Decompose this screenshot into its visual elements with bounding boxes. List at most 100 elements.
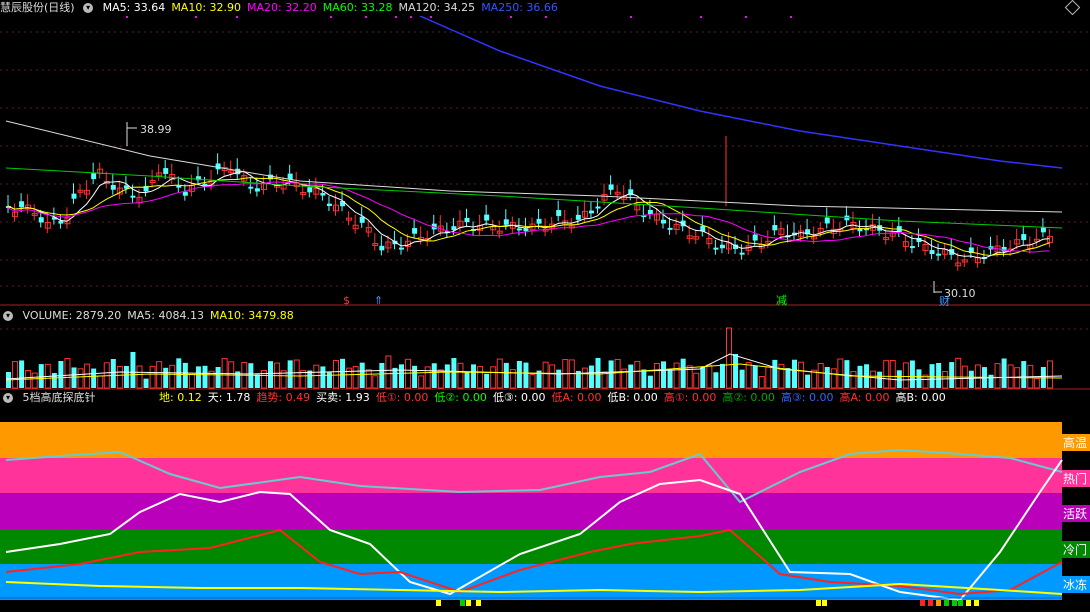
signal-block: [822, 600, 827, 606]
volume-bar: [471, 364, 477, 388]
price-chart[interactable]: 38.9930.10$ ⇑ 减财: [0, 16, 1090, 306]
collapse-icon[interactable]: ▾: [3, 311, 13, 321]
volume-bar: [601, 371, 608, 389]
volume-bar: [38, 364, 44, 388]
indicator-value-12: 高A: 0.00: [839, 391, 890, 404]
volume-bar: [399, 364, 404, 388]
top-marker: [395, 16, 397, 18]
volume-bar: [974, 364, 981, 389]
volume-bar: [307, 370, 313, 388]
volume-bar: [883, 360, 890, 389]
volume-bar: [824, 366, 830, 388]
top-marker: [365, 16, 367, 18]
volume-bar: [733, 354, 739, 388]
volume-bar: [1007, 364, 1014, 389]
volume-bar: [372, 375, 379, 389]
candle: [379, 245, 385, 251]
volume-bar: [516, 360, 522, 388]
marker-up: ⇑: [374, 294, 383, 306]
volume-bar: [136, 365, 143, 389]
top-marker: [790, 16, 792, 18]
candle: [739, 252, 745, 255]
volume-bar: [850, 370, 857, 389]
candle: [19, 201, 25, 208]
window-control-icon[interactable]: [1064, 0, 1081, 16]
volume-bar: [700, 366, 706, 388]
volume-bar: [523, 362, 529, 388]
indicator-value-3: 买卖: 1.93: [316, 391, 370, 404]
ma-value-3: MA60: 33.28: [322, 1, 393, 14]
volume-bar: [765, 366, 772, 389]
volume-bar: [490, 366, 497, 389]
volume-bar: [405, 358, 412, 389]
signal-block: [920, 600, 925, 606]
candle: [647, 209, 653, 215]
collapse-icon[interactable]: ▾: [83, 3, 94, 13]
volume-bar: [424, 366, 431, 389]
volume-bar: [451, 358, 457, 388]
volume-chart[interactable]: [0, 324, 1090, 390]
main-chart-header: 慧辰股份(日线) ▾ MA5: 33.64 MA10: 32.90 MA20: 32…: [0, 0, 570, 16]
volume-bar: [58, 361, 64, 388]
ma60-line: [5, 167, 1063, 229]
top-marker: [410, 16, 412, 18]
candle: [58, 221, 64, 224]
collapse-icon[interactable]: ▾: [3, 393, 13, 403]
volume-bar: [287, 360, 293, 388]
volume-bar: [195, 366, 201, 388]
volume-bar: [182, 362, 188, 388]
volume-bar: [431, 363, 437, 388]
candle: [936, 253, 942, 256]
candle: [326, 203, 332, 206]
volume-bar: [31, 372, 38, 389]
indicator-value-2: 趋势: 0.49: [256, 391, 311, 404]
candle: [719, 244, 725, 249]
volume-bar: [556, 369, 562, 388]
volume-bar: [202, 365, 208, 388]
volume-bar: [726, 327, 732, 389]
volume-bar: [706, 364, 713, 389]
candle: [608, 184, 614, 190]
signal-block: [944, 600, 949, 606]
volume-bar: [661, 361, 666, 388]
volume-bar: [352, 366, 359, 389]
volume-bar: [156, 361, 163, 389]
volume-bar: [896, 370, 902, 388]
volume-bar: [110, 359, 116, 388]
candle: [464, 217, 470, 223]
indicator-value-7: 低A: 0.00: [551, 391, 602, 404]
candle: [556, 210, 562, 217]
volume-bar: [719, 363, 725, 388]
volume-bar: [634, 360, 641, 389]
indicator-cyan-line: [5, 448, 1063, 504]
candle: [202, 183, 208, 186]
indicator-white-line: [5, 459, 1063, 602]
volume-bar: [653, 362, 660, 389]
indicator-chart[interactable]: [0, 422, 1090, 612]
top-marker: [126, 16, 128, 18]
volume-bar: [379, 362, 385, 388]
volume-bar: [268, 361, 273, 388]
volume-bar: [340, 358, 346, 388]
candle: [451, 226, 457, 230]
volume-bar: [745, 362, 752, 389]
candle: [320, 193, 326, 196]
indicator-value-10: 高②: 0.00: [722, 391, 775, 404]
volume-bar: [116, 365, 123, 389]
candle: [516, 228, 522, 231]
volume-bar: [529, 374, 536, 389]
candle: [91, 173, 97, 180]
volume-bar: [123, 365, 129, 388]
volume-bar: [457, 362, 464, 389]
volume-bar: [359, 362, 365, 388]
signal-block: [460, 600, 465, 606]
candle: [163, 168, 169, 174]
candle: [412, 228, 418, 234]
volume-bar: [772, 359, 778, 388]
volume-bar: [444, 364, 450, 388]
ma-legend: MA5: 33.64 MA10: 32.90 MA20: 32.20 MA60: 33…: [103, 1, 564, 14]
volume-bar: [91, 368, 97, 388]
volume-bar: [549, 364, 556, 389]
volume-legend: VOLUME: 2879.20 MA5: 4084.13 MA10: 3479.88: [23, 309, 300, 322]
volume-bar: [412, 365, 418, 388]
